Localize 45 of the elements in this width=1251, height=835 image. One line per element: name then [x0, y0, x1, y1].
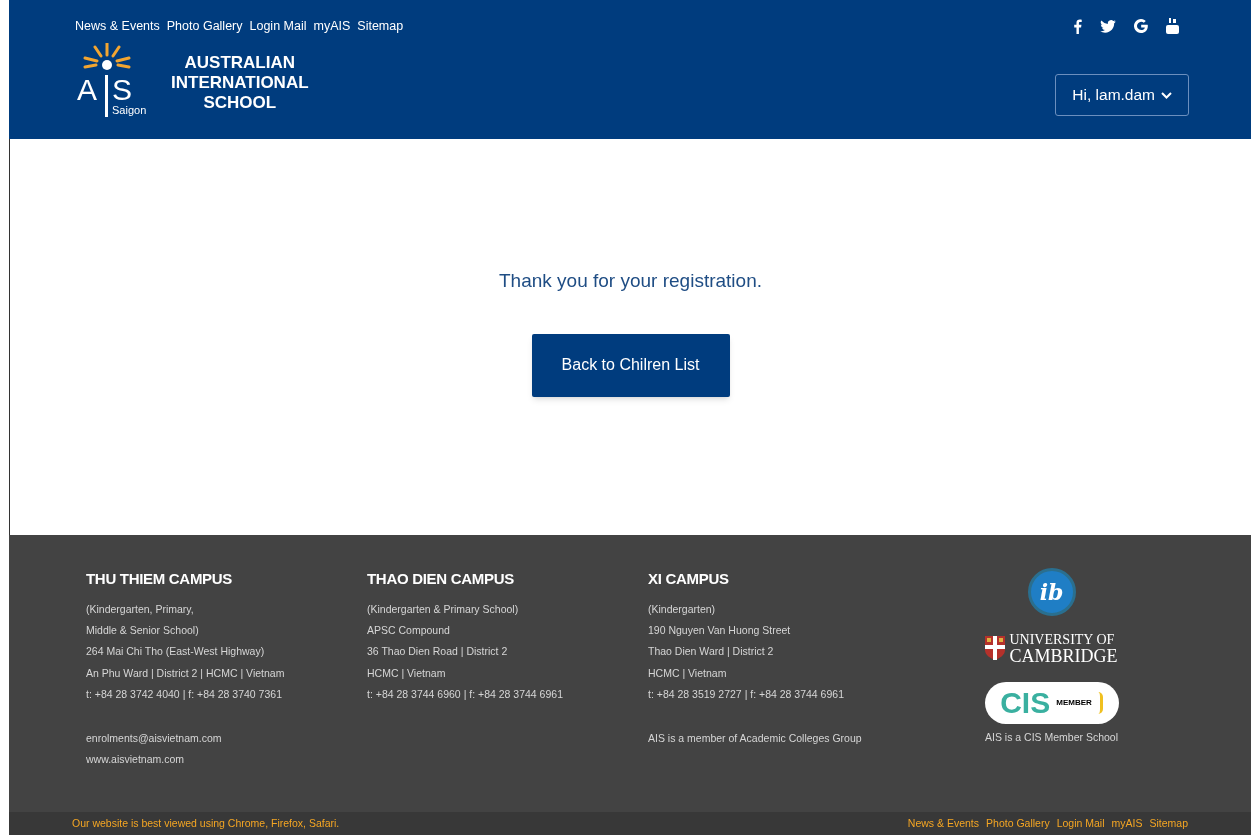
school-logo: A S Saigon: [75, 43, 147, 123]
address-line: 36 Thao Dien Road | District 2: [367, 644, 509, 660]
back-button[interactable]: Back to Chilren List: [531, 333, 730, 397]
top-nav-link[interactable]: Sitemap: [357, 16, 404, 36]
top-nav-link[interactable]: News & Events: [75, 16, 160, 36]
campus-heading: THAO DIEN CAMPUS: [367, 569, 515, 589]
address-line: 190 Nguyen Van Huong Street: [648, 622, 792, 638]
campus-heading: XI CAMPUS: [648, 569, 730, 589]
footer-nav-link[interactable]: Sitemap: [1149, 815, 1188, 832]
address-line: t: +84 28 3744 6960 | f: +84 28 3744 6961: [367, 687, 564, 703]
address-line: 264 Mai Chi Tho (East-West Highway): [86, 644, 266, 660]
confirmation-message: Thank you for your registration.: [499, 269, 762, 293]
crest-icon: [985, 636, 1006, 660]
browser-notice: Our website is best viewed using Chrome, Firefox, Safari.: [72, 815, 340, 831]
footer-nav-link[interactable]: myAIS: [1111, 815, 1143, 832]
footer-nav-link[interactable]: Login Mail: [1056, 815, 1105, 832]
address-line: t: +84 28 3742 4040 | f: +84 28 3740 7361: [86, 687, 283, 703]
cambridge-wordmark: UNIVERSITY OF CAMBRIDGE: [1009, 632, 1118, 664]
address-line: t: +84 28 3519 2727 | f: +84 28 3744 6961: [648, 687, 845, 703]
footer-info: enrolments@aisvietnam.com: [86, 730, 223, 746]
user-menu-button[interactable]: Hi, lam.dam: [1055, 74, 1189, 116]
ib-logo: ib: [1027, 568, 1076, 616]
address-line: HCMC | Vietnam: [648, 665, 728, 681]
footer-nav-link[interactable]: Photo Gallery: [986, 815, 1050, 832]
address-line: Middle & Senior School): [86, 622, 200, 638]
campus-heading: THU THIEM CAMPUS: [86, 569, 234, 589]
address-line: APSC Compound: [367, 622, 451, 638]
top-nav-link[interactable]: myAIS: [313, 16, 351, 36]
address-line: Thao Dien Ward | District 2: [648, 644, 775, 660]
school-name: AUSTRALIAN INTERNATIONAL SCHOOL: [171, 53, 309, 113]
address-line: An Phu Ward | District 2 | HCMC | Vietnam: [86, 665, 286, 681]
cis-caption: AIS is a CIS Member School: [984, 730, 1119, 745]
footer-info: AIS is a member of Academic Colleges Group: [648, 730, 863, 746]
facebook-icon[interactable]: [1073, 18, 1082, 34]
address-line: (Kindergarten): [648, 601, 717, 617]
address-line: (Kindergarten, Primary,: [86, 601, 195, 617]
address-line: (Kindergarten & Primary School): [367, 601, 520, 617]
footer-info: www.aisvietnam.com: [86, 751, 186, 767]
bird-icon[interactable]: [1100, 19, 1116, 33]
top-nav-link[interactable]: Login Mail: [249, 16, 307, 36]
top-nav-link[interactable]: Photo Gallery: [166, 16, 243, 36]
chevron-down-icon: [1161, 91, 1172, 99]
footer-nav-link[interactable]: News & Events: [907, 815, 980, 832]
google-icon[interactable]: [1134, 19, 1148, 33]
address-line: HCMC | Vietnam: [367, 665, 447, 681]
